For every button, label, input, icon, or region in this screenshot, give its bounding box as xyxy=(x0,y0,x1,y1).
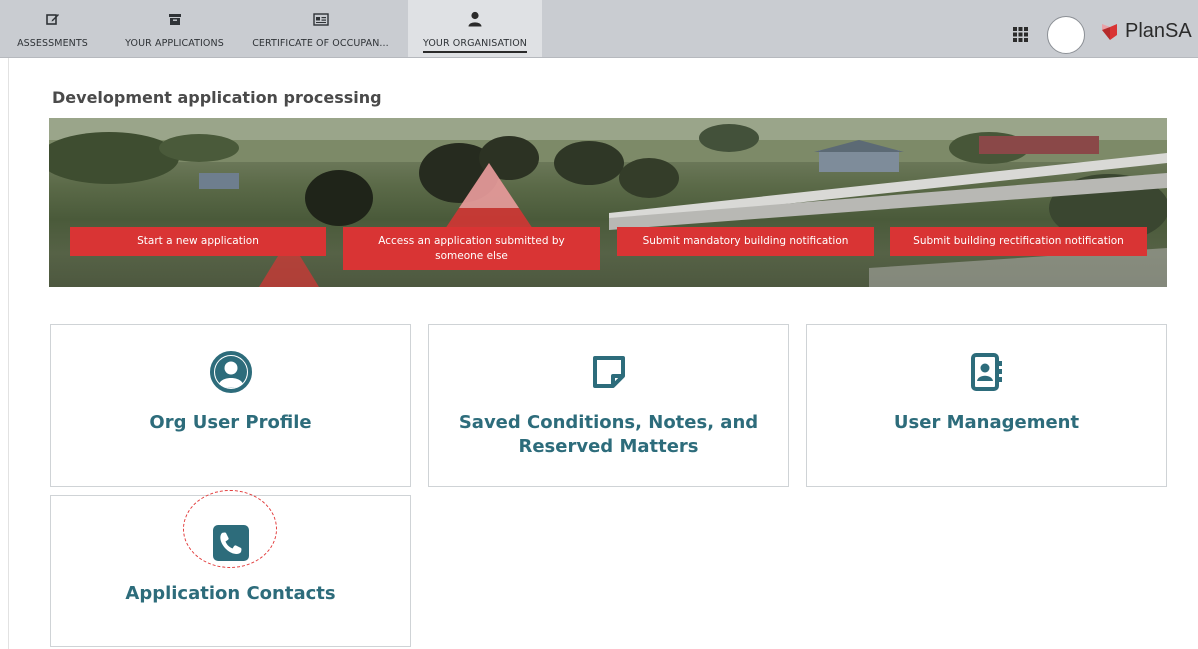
submit-rectification-notification-button[interactable]: Submit building rectification notificati… xyxy=(890,227,1147,256)
card-title: Application Contacts xyxy=(125,583,336,604)
user-circle-icon xyxy=(209,351,252,393)
tab-your-applications[interactable]: YOUR APPLICATIONS xyxy=(113,0,236,57)
address-book-icon xyxy=(969,351,1005,393)
id-card-icon xyxy=(312,11,329,27)
plansa-logo-icon xyxy=(1102,23,1117,40)
card-title: Org User Profile xyxy=(149,412,312,433)
user-icon xyxy=(468,11,482,27)
avatar[interactable] xyxy=(1047,16,1085,54)
tab-assessments-label: ASSESSMENTS xyxy=(17,38,88,49)
section-title: Development application processing xyxy=(52,88,382,107)
grid-icon[interactable] xyxy=(1013,27,1028,46)
tab-certificate-of-occupancy[interactable]: CERTIFICATE OF OCCUPAN... xyxy=(243,0,398,57)
tab-certificate-label: CERTIFICATE OF OCCUPAN... xyxy=(252,38,389,49)
brand-name: PlanSA xyxy=(1125,20,1192,42)
tab-your-organisation[interactable]: YOUR ORGANISATION xyxy=(408,0,542,57)
tab-assessments[interactable]: ASSESSMENTS xyxy=(0,0,105,57)
top-navigation-bar: ASSESSMENTS YOUR APPLICATIONS CERTIFICAT… xyxy=(0,0,1198,58)
card-org-user-profile[interactable]: Org User Profile xyxy=(50,324,411,487)
card-title: User Management xyxy=(893,412,1080,433)
card-title: Saved Conditions, Notes, and Reserved Ma… xyxy=(458,412,759,458)
tab-your-organisation-label: YOUR ORGANISATION xyxy=(422,38,528,53)
submit-mandatory-notification-button[interactable]: Submit mandatory building notification xyxy=(617,227,874,256)
edit-icon xyxy=(45,11,60,27)
archive-icon xyxy=(168,11,182,27)
brand-logo[interactable]: PlanSA xyxy=(1099,20,1192,43)
annotation-highlight-circle xyxy=(183,490,277,568)
start-new-application-button[interactable]: Start a new application xyxy=(70,227,326,256)
card-saved-conditions[interactable]: Saved Conditions, Notes, and Reserved Ma… xyxy=(428,324,789,487)
hero-banner xyxy=(49,118,1167,287)
banner-background-image xyxy=(49,118,1167,287)
sticky-note-icon xyxy=(589,351,629,393)
card-user-management[interactable]: User Management xyxy=(806,324,1167,487)
access-application-button[interactable]: Access an application submitted by someo… xyxy=(343,227,600,270)
tab-your-applications-label: YOUR APPLICATIONS xyxy=(125,38,224,49)
